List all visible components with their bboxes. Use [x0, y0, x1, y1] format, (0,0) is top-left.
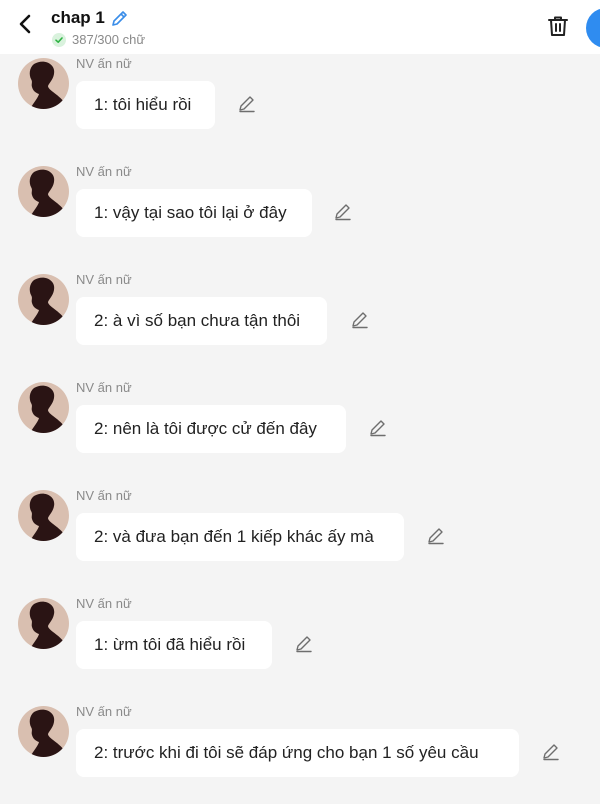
top-bar: chap 1 387/300 chữ	[0, 0, 600, 54]
chapter-title: chap 1	[51, 8, 105, 27]
avatar[interactable]	[18, 490, 69, 541]
avatar[interactable]	[18, 598, 69, 649]
message-bubble[interactable]: 2: à vì số bạn chưa tận thôi	[76, 297, 327, 345]
message-item: NV ấn nữ 1: ừm tôi đã hiểu rồi	[0, 596, 600, 696]
message-bubble[interactable]: 2: và đưa bạn đến 1 kiếp khác ấy mà	[76, 513, 404, 561]
avatar-silhouette	[29, 601, 64, 649]
edit-message-button[interactable]	[294, 633, 314, 653]
avatar[interactable]	[18, 58, 69, 109]
message-item: NV ấn nữ 1: tôi hiểu rồi	[0, 56, 600, 156]
pencil-icon	[335, 204, 351, 221]
edit-message-button[interactable]	[541, 741, 561, 761]
pencil-icon	[296, 636, 312, 653]
avatar-silhouette	[29, 493, 64, 541]
chevron-left-icon	[19, 14, 31, 34]
message-item: NV ấn nữ 2: trước khi đi tôi sẽ đáp ứng c…	[0, 704, 600, 804]
sender-name: NV ấn nữ	[76, 56, 132, 71]
avatar-silhouette	[29, 709, 64, 757]
avatar[interactable]	[18, 166, 69, 217]
edit-message-button[interactable]	[426, 525, 446, 545]
message-item: NV ấn nữ 1: vậy tại sao tôi lại ở đây	[0, 164, 600, 264]
pencil-icon	[428, 528, 444, 545]
edit-message-button[interactable]	[333, 201, 353, 221]
message-bubble[interactable]: 1: tôi hiểu rồi	[76, 81, 215, 129]
avatar-silhouette	[29, 385, 64, 433]
avatar[interactable]	[18, 274, 69, 325]
word-count-row: 387/300 chữ	[52, 32, 145, 47]
sender-name: NV ấn nữ	[76, 164, 132, 179]
sender-name: NV ấn nữ	[76, 596, 132, 611]
pencil-icon	[370, 420, 386, 437]
edit-message-button[interactable]	[350, 309, 370, 329]
sender-name: NV ấn nữ	[76, 272, 132, 287]
sender-name: NV ấn nữ	[76, 380, 132, 395]
message-item: NV ấn nữ 2: nên là tôi được cử đến đây	[0, 380, 600, 480]
avatar-silhouette	[29, 169, 64, 217]
message-bubble[interactable]: 2: nên là tôi được cử đến đây	[76, 405, 346, 453]
pencil-icon	[112, 11, 127, 26]
sender-name: NV ấn nữ	[76, 488, 132, 503]
action-button[interactable]	[586, 8, 600, 48]
message-bubble[interactable]: 1: vậy tại sao tôi lại ở đây	[76, 189, 312, 237]
title-row: chap 1	[51, 8, 130, 28]
back-button[interactable]	[14, 12, 38, 36]
avatar[interactable]	[18, 382, 69, 433]
pencil-icon	[352, 312, 368, 329]
avatar-silhouette	[29, 61, 64, 109]
avatar-silhouette	[29, 277, 64, 325]
message-item: NV ấn nữ 2: à vì số bạn chưa tận thôi	[0, 272, 600, 372]
pencil-icon	[239, 96, 255, 113]
check-circle-icon	[52, 32, 66, 47]
message-item: NV ấn nữ 2: và đưa bạn đến 1 kiếp khác ấy…	[0, 488, 600, 588]
sender-name: NV ấn nữ	[76, 704, 132, 719]
pencil-icon	[543, 744, 559, 761]
edit-title-button[interactable]	[110, 8, 130, 28]
word-count: 387/300 chữ	[72, 32, 146, 47]
message-bubble[interactable]: 2: trước khi đi tôi sẽ đáp ứng cho bạn 1…	[76, 729, 519, 777]
message-bubble[interactable]: 1: ừm tôi đã hiểu rồi	[76, 621, 272, 669]
delete-button[interactable]	[546, 14, 570, 38]
avatar[interactable]	[18, 706, 69, 757]
edit-message-button[interactable]	[368, 417, 388, 437]
edit-message-button[interactable]	[237, 93, 257, 113]
trash-icon	[548, 16, 568, 36]
